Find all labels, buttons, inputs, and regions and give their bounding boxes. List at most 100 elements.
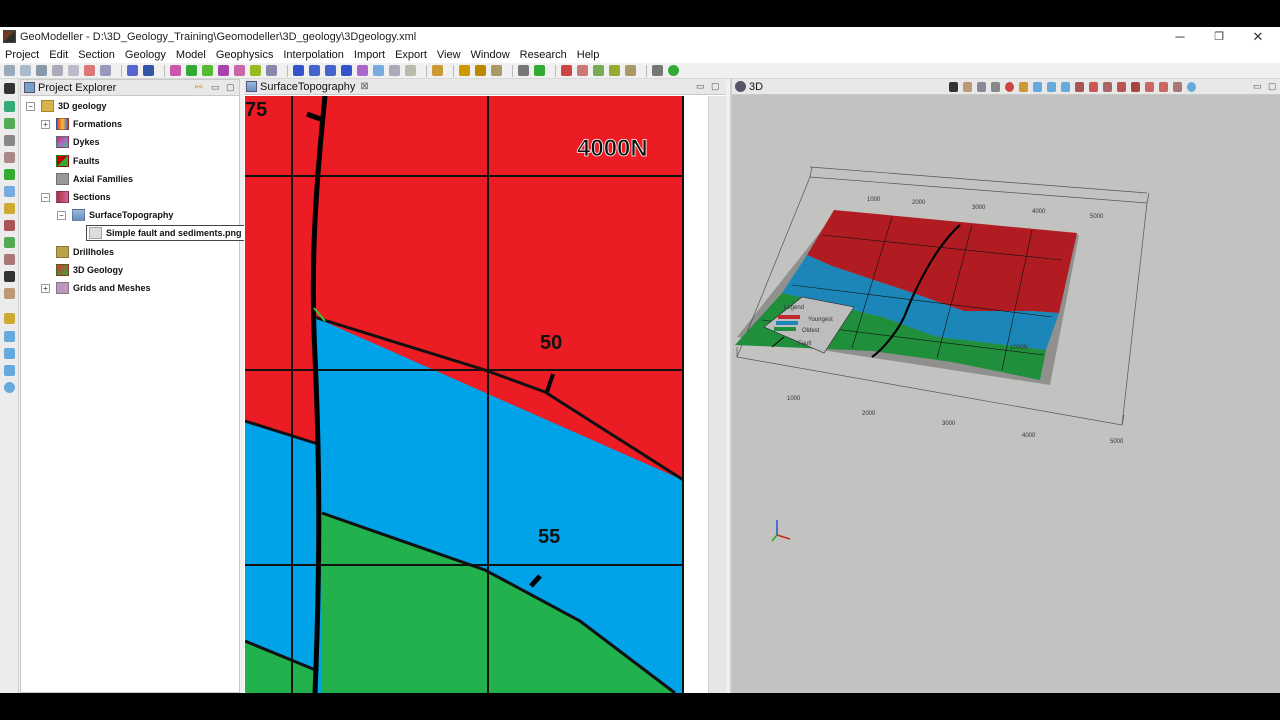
minimize-view-icon[interactable]: ▭ <box>211 82 220 93</box>
redo-icon[interactable] <box>143 65 154 76</box>
pan-icon[interactable] <box>977 82 986 92</box>
stop-icon[interactable] <box>1005 82 1014 92</box>
tree-node-dykes[interactable]: Dykes <box>56 134 100 150</box>
orientation-tool-icon[interactable] <box>202 65 213 76</box>
view-side-icon[interactable] <box>1061 82 1070 92</box>
interface-tool-icon[interactable] <box>250 65 261 76</box>
3d-view-tab[interactable]: 3D ▭ ▢ <box>732 79 1280 95</box>
pan-hand-icon[interactable] <box>4 152 15 163</box>
zoom-icon[interactable] <box>4 135 15 146</box>
layers-icon[interactable] <box>4 365 15 376</box>
map-view-icon[interactable] <box>4 348 15 359</box>
ruler-icon[interactable] <box>4 271 15 282</box>
triangle-icon[interactable] <box>534 65 545 76</box>
export-view-icon[interactable] <box>1173 82 1182 92</box>
geology-map-svg[interactable]: 75 4000N 50 55 <box>245 96 684 693</box>
refresh-section-icon[interactable] <box>373 65 384 76</box>
menu-section[interactable]: Section <box>73 49 120 61</box>
maximize-view-icon[interactable]: ▢ <box>711 81 720 92</box>
pick-icon[interactable] <box>4 220 15 231</box>
undo-icon[interactable] <box>127 65 138 76</box>
tree-node-grids-and-meshes[interactable]: + Grids and Meshes <box>41 280 151 296</box>
tree-node-surface-topography[interactable]: − SurfaceTopography <box>57 207 173 223</box>
surface-icon[interactable] <box>1117 82 1126 92</box>
geophysics-icon[interactable] <box>518 65 529 76</box>
formation-tool-icon[interactable] <box>170 65 181 76</box>
section-grid-icon[interactable] <box>405 65 416 76</box>
save-icon[interactable] <box>36 65 47 76</box>
minimize-button[interactable]: ─ <box>1160 27 1200 46</box>
model-surfaces-icon[interactable] <box>491 65 502 76</box>
collapse-icon[interactable]: − <box>57 210 66 220</box>
fit-view-icon[interactable] <box>4 186 15 197</box>
compute-icon[interactable] <box>432 65 443 76</box>
tree-node-sections[interactable]: − Sections <box>41 189 111 205</box>
selected-tree-item[interactable]: Simple fault and sediments.png <box>86 225 245 241</box>
settings-gear-icon[interactable] <box>652 65 663 76</box>
menu-edit[interactable]: Edit <box>44 49 73 61</box>
grid-icon[interactable] <box>4 313 15 324</box>
menu-geophysics[interactable]: Geophysics <box>211 49 278 61</box>
vertical-scrollbar[interactable] <box>708 96 726 693</box>
minimize-view-icon[interactable]: ▭ <box>696 81 705 92</box>
axial-tool-icon[interactable] <box>266 65 277 76</box>
menu-model[interactable]: Model <box>171 49 211 61</box>
tree-node-image[interactable]: Simple fault and sediments.png <box>86 225 245 241</box>
menu-help[interactable]: Help <box>572 49 605 61</box>
menu-window[interactable]: Window <box>466 49 515 61</box>
axes-icon[interactable] <box>1075 82 1084 92</box>
light-icon[interactable] <box>1019 82 1028 92</box>
rotate-hand-icon[interactable] <box>963 82 972 92</box>
surface-topography-tab[interactable]: SurfaceTopography ⊠ ▭ ▢ <box>244 79 726 95</box>
save-as-icon[interactable] <box>52 65 63 76</box>
expand-icon[interactable]: + <box>41 119 50 129</box>
measure-icon[interactable] <box>4 288 15 299</box>
menu-import[interactable]: Import <box>349 49 390 61</box>
next-section-icon[interactable] <box>325 65 336 76</box>
data-display-icon[interactable] <box>1159 82 1168 92</box>
section-link-icon[interactable] <box>357 65 368 76</box>
pencil-icon[interactable] <box>4 101 15 112</box>
section-view-icon[interactable] <box>4 331 15 342</box>
tree-node-drillholes[interactable]: Drillholes <box>56 244 114 260</box>
move-icon[interactable] <box>4 169 15 180</box>
tree-node-axial-families[interactable]: Axial Families <box>56 171 133 187</box>
print-icon[interactable] <box>100 65 111 76</box>
maximize-view-icon[interactable]: ▢ <box>1268 81 1277 92</box>
close-tab-icon[interactable]: ⊠ <box>360 81 368 92</box>
new-project-icon[interactable] <box>4 65 15 76</box>
orientation-icon[interactable] <box>4 254 15 265</box>
menu-export[interactable]: Export <box>390 49 432 61</box>
3d-scene-canvas[interactable]: Legend Youngest Oldest Fault 1000N 1000 … <box>732 95 1280 693</box>
select-arrow-icon[interactable] <box>4 83 15 94</box>
maximize-view-icon[interactable]: ▢ <box>226 82 235 93</box>
view-top-icon[interactable] <box>1033 82 1042 92</box>
render-icon[interactable] <box>1089 82 1098 92</box>
inversion-icon[interactable] <box>577 65 588 76</box>
menu-research[interactable]: Research <box>515 49 572 61</box>
select-arrow-icon[interactable] <box>949 82 958 92</box>
menu-geology[interactable]: Geology <box>120 49 171 61</box>
tree-node-3d-geology[interactable]: − 3D geology <box>26 98 107 114</box>
section-display-icon[interactable] <box>1131 82 1140 92</box>
zoom-icon[interactable] <box>991 82 1000 92</box>
fault-orientation-icon[interactable] <box>234 65 245 76</box>
menu-project[interactable]: Project <box>0 49 44 61</box>
model-icon[interactable] <box>459 65 470 76</box>
collapse-icon[interactable]: − <box>26 101 35 111</box>
3d-scene-svg[interactable]: Legend Youngest Oldest Fault 1000N 1000 … <box>732 95 1280 693</box>
restore-button[interactable]: ❐ <box>1199 27 1239 46</box>
fault-tool-icon[interactable] <box>218 65 229 76</box>
3d-export-icon[interactable] <box>625 65 636 76</box>
export-pdf-icon[interactable] <box>84 65 95 76</box>
close-project-icon[interactable] <box>68 65 79 76</box>
expand-icon[interactable]: + <box>41 283 50 293</box>
view-front-icon[interactable] <box>1047 82 1056 92</box>
help-icon[interactable] <box>1187 82 1196 92</box>
line-tool-icon[interactable] <box>4 118 15 129</box>
voxet-icon[interactable] <box>609 65 620 76</box>
open-project-icon[interactable] <box>20 65 31 76</box>
menu-view[interactable]: View <box>432 49 466 61</box>
fault-display-icon[interactable] <box>1145 82 1154 92</box>
tree-node-faults[interactable]: Faults <box>56 153 100 169</box>
